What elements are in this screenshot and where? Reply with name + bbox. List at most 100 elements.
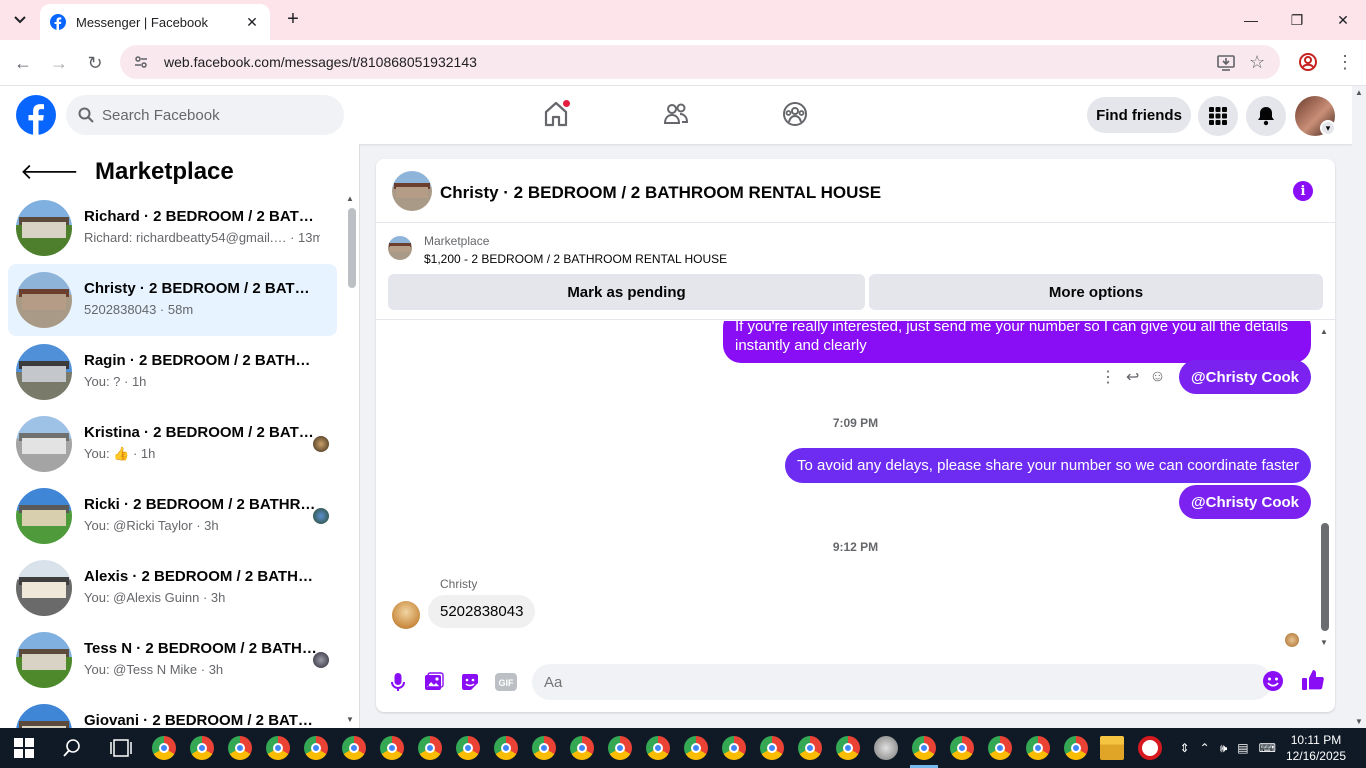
- outgoing-message[interactable]: To avoid any delays, please share your n…: [785, 448, 1311, 483]
- show-hidden-icons-icon[interactable]: ⌃: [1200, 741, 1210, 755]
- chevron-down-icon[interactable]: ▾: [1320, 120, 1336, 136]
- listing-title[interactable]: $1,200 - 2 BEDROOM / 2 BATHROOM RENTAL H…: [424, 252, 727, 266]
- emoji-icon[interactable]: [1262, 670, 1284, 697]
- notifications-bell-icon[interactable]: [1246, 96, 1286, 136]
- scroll-down-icon[interactable]: ▼: [1320, 638, 1328, 647]
- back-arrow-icon[interactable]: 🡐: [20, 159, 79, 185]
- conversation-item-christy[interactable]: Christy · 2 BEDROOM / 2 BATHROOM RENTAL …: [8, 264, 337, 336]
- chrome-app-icon[interactable]: [380, 736, 404, 760]
- info-icon[interactable]: i: [1293, 181, 1313, 201]
- chrome-app-icon[interactable]: [836, 736, 860, 760]
- chrome-app-icon[interactable]: [152, 736, 176, 760]
- chrome-app-icon[interactable]: [722, 736, 746, 760]
- keyboard-icon[interactable]: ⌨: [1259, 741, 1276, 755]
- close-icon[interactable]: ✕: [244, 14, 260, 30]
- chrome-app-icon[interactable]: [190, 736, 214, 760]
- friends-icon[interactable]: [662, 100, 690, 128]
- conversation-item-kristina[interactable]: Kristina · 2 BEDROOM / 2 BATHROOM RENTAL…: [8, 408, 337, 480]
- react-icon[interactable]: ☺: [1149, 368, 1165, 386]
- install-icon[interactable]: [1216, 52, 1236, 72]
- more-icon[interactable]: ⋮: [1100, 367, 1116, 387]
- more-options-button[interactable]: More options: [869, 274, 1323, 310]
- clock[interactable]: 10:11 PM 12/16/2025: [1286, 732, 1346, 764]
- mark-as-pending-button[interactable]: Mark as pending: [388, 274, 865, 310]
- app-icon[interactable]: [874, 736, 898, 760]
- listing-thumbnail[interactable]: [388, 236, 412, 260]
- search-icon[interactable]: [62, 738, 82, 758]
- find-friends-button[interactable]: Find friends: [1087, 97, 1191, 133]
- search-input[interactable]: Search Facebook: [66, 95, 344, 135]
- file-explorer-icon[interactable]: [1100, 736, 1124, 760]
- chrome-app-icon[interactable]: [646, 736, 670, 760]
- chat-title[interactable]: Christy · 2 BEDROOM / 2 BATHROOM RENTAL …: [440, 183, 881, 203]
- chrome-app-icon[interactable]: [266, 736, 290, 760]
- menu-icon[interactable]: ⋮: [1336, 52, 1354, 72]
- close-window-icon[interactable]: ✕: [1320, 0, 1366, 40]
- back-icon[interactable]: ←: [12, 52, 34, 74]
- reply-icon[interactable]: ↩: [1126, 367, 1139, 387]
- scroll-up-icon[interactable]: ▲: [1355, 88, 1363, 97]
- menu-grid-icon[interactable]: [1198, 96, 1238, 136]
- scroll-down-icon[interactable]: ▼: [1355, 717, 1363, 726]
- site-info-icon[interactable]: [132, 53, 150, 71]
- like-icon[interactable]: [1301, 668, 1325, 697]
- chrome-app-icon[interactable]: [570, 736, 594, 760]
- chrome-app-icon[interactable]: [1064, 736, 1088, 760]
- scroll-down-icon[interactable]: ▼: [346, 715, 354, 724]
- url-field[interactable]: web.facebook.com/messages/t/810868051932…: [120, 45, 1280, 79]
- browser-tab[interactable]: Messenger | Facebook ✕: [40, 4, 270, 40]
- mention-message[interactable]: @Christy Cook: [1179, 360, 1311, 394]
- incoming-message[interactable]: 5202838043: [428, 595, 536, 628]
- star-icon[interactable]: ☆: [1249, 52, 1269, 72]
- sender-avatar[interactable]: [392, 601, 420, 629]
- forward-icon[interactable]: →: [48, 52, 70, 74]
- chrome-app-icon[interactable]: [494, 736, 518, 760]
- chat-listing-avatar[interactable]: [392, 171, 432, 211]
- scrollbar-thumb[interactable]: [348, 208, 356, 288]
- outgoing-message[interactable]: If you're really interested, just send m…: [723, 321, 1311, 363]
- conversation-item-alexis[interactable]: Alexis · 2 BEDROOM / 2 BATHROOM RENTAL H…: [8, 552, 337, 624]
- sidebar-scrollbar[interactable]: ▲ ▼: [346, 194, 356, 724]
- chrome-app-icon[interactable]: [456, 736, 480, 760]
- conversation-item-ricki[interactable]: Ricki · 2 BEDROOM / 2 BATHROOM RENTAL HO…: [8, 480, 337, 552]
- tab-list-icon[interactable]: [8, 8, 32, 32]
- sticker-icon[interactable]: [458, 670, 482, 694]
- chrome-app-icon[interactable]: [950, 736, 974, 760]
- chrome-app-icon[interactable]: [760, 736, 784, 760]
- opera-icon[interactable]: [1138, 736, 1162, 760]
- profile-icon[interactable]: [1298, 52, 1318, 72]
- conversation-item-richard[interactable]: Richard · 2 BEDROOM / 2 BATHROOM RENTAL …: [8, 192, 337, 264]
- chrome-app-icon[interactable]: [988, 736, 1012, 760]
- chrome-app-icon[interactable]: [798, 736, 822, 760]
- reload-icon[interactable]: ↻: [84, 52, 106, 74]
- chrome-app-icon[interactable]: [1026, 736, 1050, 760]
- page-scrollbar[interactable]: ▲ ▼: [1352, 86, 1366, 728]
- message-tray-icon[interactable]: ▤: [1237, 741, 1248, 755]
- task-view-icon[interactable]: [110, 738, 132, 758]
- scrollbar-thumb[interactable]: [1321, 523, 1329, 631]
- scroll-up-icon[interactable]: ▲: [1320, 327, 1328, 336]
- photo-icon[interactable]: [422, 670, 446, 694]
- chrome-app-icon[interactable]: [532, 736, 556, 760]
- restore-icon[interactable]: ❐: [1274, 0, 1320, 40]
- groups-icon[interactable]: [781, 100, 809, 128]
- conversation-item-tess[interactable]: Tess N · 2 BEDROOM / 2 BATHROOM RENTAL H…: [8, 624, 337, 696]
- message-input[interactable]: [532, 664, 1272, 700]
- chrome-app-icon[interactable]: [342, 736, 366, 760]
- plus-icon[interactable]: +: [282, 8, 304, 30]
- minimize-icon[interactable]: —: [1228, 0, 1274, 40]
- scroll-icon[interactable]: ⇕: [1180, 741, 1190, 755]
- microphone-icon[interactable]: [386, 670, 410, 694]
- conversation-item-ragin[interactable]: Ragin · 2 BEDROOM / 2 BATHROOM RENTAL HO…: [8, 336, 337, 408]
- chrome-app-icon[interactable]: [684, 736, 708, 760]
- chrome-app-icon[interactable]: [608, 736, 632, 760]
- chrome-app-icon[interactable]: [228, 736, 252, 760]
- scroll-up-icon[interactable]: ▲: [346, 194, 354, 203]
- volume-icon[interactable]: 🕪: [1220, 741, 1228, 756]
- chrome-app-icon[interactable]: [304, 736, 328, 760]
- gif-icon[interactable]: GIF: [494, 670, 518, 694]
- chrome-app-icon[interactable]: [418, 736, 442, 760]
- facebook-logo-icon[interactable]: [16, 95, 56, 135]
- chat-scrollbar[interactable]: ▲ ▼: [1318, 327, 1330, 647]
- windows-start-icon[interactable]: [14, 738, 34, 758]
